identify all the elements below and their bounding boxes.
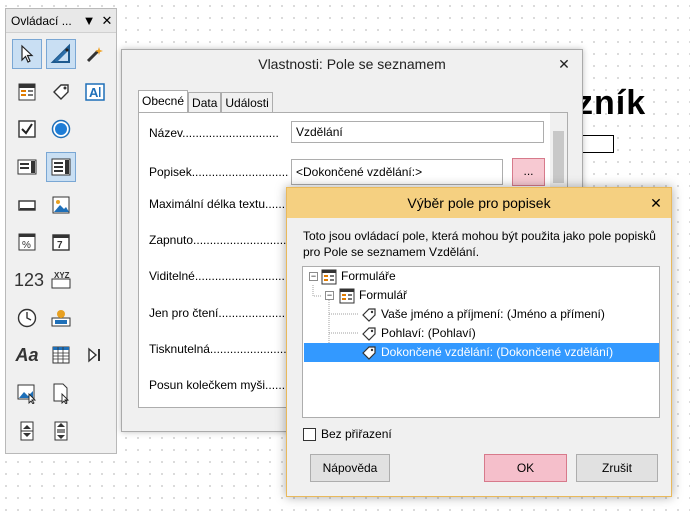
svg-text:%: % [22, 240, 31, 251]
printable-label: Tisknutelná....................... [149, 342, 287, 356]
tree-item-education-label[interactable]: Dokončené vzdělání: (Dokončené vzdělání) [304, 343, 659, 362]
document-title-fragment: zník [576, 84, 647, 122]
label-tag-icon [361, 326, 377, 342]
formatted-field-icon[interactable]: % [12, 227, 42, 257]
checkbox-icon[interactable] [12, 114, 42, 144]
navigation-bar-icon[interactable] [80, 340, 110, 370]
date-field-label: 7 [57, 240, 63, 251]
pattern-field-icon[interactable]: XYZ [46, 265, 76, 295]
label-field-dialog: Výběr pole pro popisek ✕ Toto jsou ovlád… [286, 187, 672, 497]
caption-input[interactable]: <Dokončené vzdělání:> [291, 159, 503, 185]
dialog-titlebar[interactable]: Výběr pole pro popisek ✕ [287, 188, 671, 218]
tree-item-name-label[interactable]: Vaše jméno a příjmení: (Jméno a přímení) [361, 305, 609, 324]
no-assignment-label: Bez přiřazení [321, 427, 392, 441]
table-control-icon[interactable] [46, 340, 76, 370]
date-field-icon[interactable]: 7 [46, 227, 76, 257]
tree-item-gender-label[interactable]: Pohlaví: (Pohlaví) [361, 324, 480, 343]
form-navigator-icon[interactable] [12, 77, 42, 107]
max-length-label: Maximální délka textu....... [149, 197, 289, 211]
no-assignment-checkbox[interactable] [303, 427, 316, 441]
select-arrow-icon[interactable] [12, 39, 42, 69]
pattern-field-label: XYZ [54, 271, 70, 280]
design-mode-icon[interactable] [46, 39, 76, 69]
cancel-button[interactable]: Zrušit [576, 454, 658, 482]
dialog-description: Toto jsou ovládací pole, která mohou být… [303, 229, 656, 259]
wizard-wand-icon[interactable] [80, 39, 110, 69]
name-label: Název............................. [149, 126, 279, 140]
tree-item-form[interactable]: Formulář [339, 286, 411, 305]
dialog-title: Výběr pole pro popisek [407, 195, 551, 211]
close-icon[interactable]: ✕ [641, 188, 671, 218]
tree-item-label: Vaše jméno a příjmení: (Jméno a přímení) [381, 307, 605, 321]
form-icon [339, 288, 355, 304]
tree-item-label: Formulář [359, 288, 408, 302]
push-button-icon[interactable] [12, 190, 42, 220]
no-assignment-option[interactable]: Bez přiřazení [303, 427, 392, 441]
label-tag-icon [361, 307, 377, 323]
scrollbar-icon[interactable] [46, 416, 76, 446]
list-box-icon[interactable] [12, 152, 42, 182]
close-icon[interactable]: ✕ [98, 13, 116, 29]
image-control-icon[interactable] [12, 378, 42, 408]
form-controls-toolbox: Ovládací ... ▼ ✕ A % 7 123 XYZ Aa [5, 8, 117, 454]
combo-box-icon[interactable] [46, 152, 76, 182]
ok-button[interactable]: OK [484, 454, 567, 482]
control-tree: − Formuláře − Formulář Vaše jméno a příj… [302, 266, 660, 418]
tab-data[interactable]: Data [188, 92, 222, 113]
properties-titlebar[interactable]: Vlastnosti: Pole se seznamem ✕ [122, 50, 582, 78]
label-tag-icon[interactable] [46, 77, 76, 107]
forms-icon [321, 269, 337, 285]
image-button-icon[interactable] [46, 190, 76, 220]
tree-item-label: Dokončené vzdělání: (Dokončené vzdělání) [381, 345, 614, 359]
visible-label: Viditelné........................... [149, 269, 285, 283]
tree-item-forms[interactable]: Formuláře [321, 267, 400, 286]
numeric-field-icon[interactable]: 123 [12, 265, 46, 295]
tree-item-label: Pohlaví: (Pohlaví) [381, 326, 476, 340]
mouse-wheel-label: Posun kolečkem myši.......... [149, 378, 299, 392]
enabled-label: Zapnuto............................ [149, 233, 287, 247]
toolbox-titlebar[interactable]: Ovládací ... ▼ ✕ [6, 9, 116, 33]
tree-item-label: Formuláře [341, 269, 396, 283]
currency-field-icon[interactable] [46, 303, 76, 333]
label-tag-icon [361, 345, 377, 361]
font-aa-icon[interactable]: Aa [12, 340, 42, 370]
font-aa-label: Aa [15, 344, 39, 365]
expander-forms[interactable]: − [309, 272, 318, 281]
close-icon[interactable]: ✕ [554, 50, 574, 78]
help-button[interactable]: Nápověda [310, 454, 390, 482]
scrollbar-thumb[interactable] [553, 131, 564, 183]
numeric-field-label: 123 [13, 269, 45, 290]
name-input[interactable]: Vzdělání [291, 121, 544, 143]
time-field-icon[interactable] [12, 303, 42, 333]
expander-form[interactable]: − [325, 291, 334, 300]
caption-label: Popisek............................. [149, 165, 289, 179]
tab-general[interactable]: Obecné [138, 90, 189, 113]
svg-text:A: A [89, 85, 99, 100]
read-only-label: Jen pro čtení..................... [149, 306, 289, 320]
properties-title: Vlastnosti: Pole se seznamem [258, 56, 446, 72]
caption-browse-button[interactable]: ... [512, 158, 545, 186]
spin-button-icon[interactable] [12, 416, 42, 446]
properties-tabs: Obecné Data Události [138, 90, 273, 113]
radio-button-icon[interactable] [46, 114, 76, 144]
tab-events[interactable]: Události [221, 92, 273, 113]
text-field-icon[interactable]: A [80, 77, 110, 107]
file-selection-icon[interactable] [46, 378, 76, 408]
dropdown-arrow-icon[interactable]: ▼ [80, 13, 98, 28]
toolbox-title: Ovládací ... [11, 13, 72, 28]
